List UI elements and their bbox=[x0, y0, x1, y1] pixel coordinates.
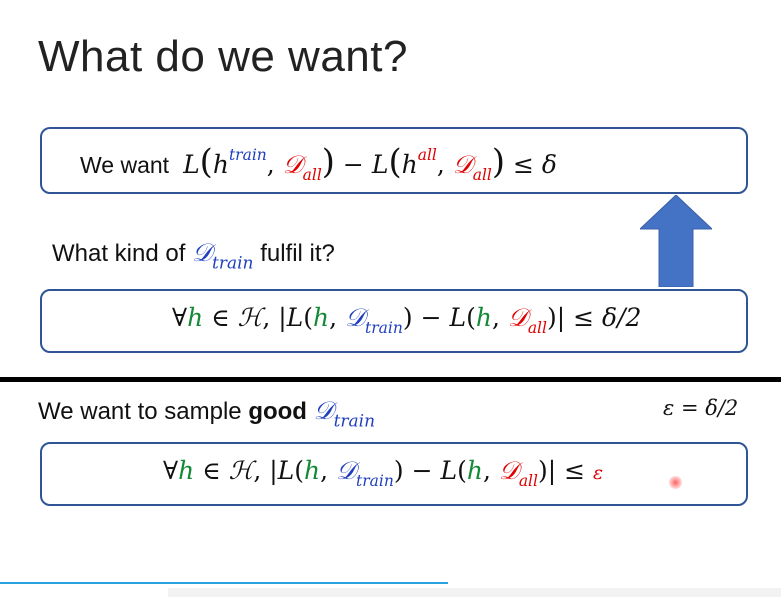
all-subscript: all bbox=[527, 318, 547, 337]
element-of-symbol: ∈ bbox=[202, 456, 221, 485]
leq-sign: ≤ bbox=[564, 456, 586, 485]
hypothesis-symbol: h bbox=[475, 303, 492, 332]
train-subscript: train bbox=[365, 318, 403, 337]
dataset-symbol: 𝒟 bbox=[313, 396, 334, 425]
dataset-symbol: 𝒟 bbox=[282, 150, 303, 179]
train-subscript: train bbox=[333, 411, 376, 432]
loss-symbol: L bbox=[286, 303, 304, 332]
loss-symbol: L bbox=[440, 456, 458, 485]
dataset-symbol: 𝒟 bbox=[192, 238, 213, 267]
sample-prefix: We want to sample bbox=[38, 398, 242, 425]
bottom-bar bbox=[168, 588, 781, 597]
hypothesis-set-symbol: ℋ bbox=[228, 456, 254, 485]
pointer-highlight bbox=[669, 476, 682, 489]
leq-sign: ≤ bbox=[573, 303, 595, 332]
hypothesis-symbol: h bbox=[304, 456, 321, 485]
goal-label: We want bbox=[80, 152, 170, 178]
goal-formula: We want L(htrain, 𝒟all) − L(hall, 𝒟all) ≤… bbox=[80, 142, 557, 184]
forall-symbol: ∀ bbox=[172, 303, 188, 332]
epsilon-condition-formula: ∀h ∈ ℋ, |L(h, 𝒟train) − L(h, 𝒟all)| ≤ ε bbox=[163, 456, 604, 490]
forall-symbol: ∀ bbox=[163, 456, 179, 485]
minus-sign: − bbox=[411, 456, 433, 485]
element-of-symbol: ∈ bbox=[211, 303, 230, 332]
train-subscript: train bbox=[212, 253, 254, 274]
hypothesis-symbol: h bbox=[313, 303, 330, 332]
hypothesis-symbol: h bbox=[466, 456, 483, 485]
all-subscript: all bbox=[518, 471, 538, 490]
section-divider bbox=[0, 377, 781, 382]
bound-value: δ/2 bbox=[602, 303, 642, 332]
progress-line bbox=[0, 582, 448, 584]
loss-symbol: L bbox=[277, 456, 295, 485]
all-subscript: all bbox=[302, 165, 322, 184]
hypothesis-symbol: h bbox=[178, 456, 195, 485]
train-superscript: train bbox=[228, 145, 267, 164]
hypothesis-symbol: h bbox=[212, 150, 229, 179]
hypothesis-symbol: h bbox=[401, 150, 418, 179]
dataset-symbol: 𝒟 bbox=[452, 150, 473, 179]
hypothesis-set-symbol: ℋ bbox=[237, 303, 263, 332]
sample-text: We want to sample good 𝒟train bbox=[38, 396, 375, 430]
question-text: What kind of 𝒟train fulfil it? bbox=[52, 238, 335, 272]
condition-formula: ∀h ∈ ℋ, |L(h, 𝒟train) − L(h, 𝒟all)| ≤ δ/… bbox=[172, 303, 642, 337]
epsilon-symbol: ε bbox=[593, 463, 604, 484]
all-superscript: all bbox=[417, 145, 437, 164]
loss-symbol: L bbox=[449, 303, 467, 332]
loss-symbol: L bbox=[371, 150, 389, 179]
good-emphasis: good bbox=[248, 398, 307, 425]
loss-symbol: L bbox=[183, 150, 200, 179]
dataset-symbol: 𝒟 bbox=[498, 456, 519, 485]
hypothesis-symbol: h bbox=[187, 303, 204, 332]
question-suffix: fulfil it? bbox=[260, 240, 335, 267]
dataset-symbol: 𝒟 bbox=[507, 303, 528, 332]
question-prefix: What kind of bbox=[52, 240, 186, 267]
epsilon-definition: ε = δ/2 bbox=[663, 396, 739, 420]
up-arrow-icon bbox=[640, 195, 712, 287]
dataset-symbol: 𝒟 bbox=[345, 303, 366, 332]
slide-title: What do we want? bbox=[38, 32, 408, 81]
train-subscript: train bbox=[356, 471, 394, 490]
minus-sign: − bbox=[342, 150, 364, 179]
dataset-symbol: 𝒟 bbox=[336, 456, 357, 485]
delta-symbol: δ bbox=[541, 150, 557, 179]
minus-sign: − bbox=[420, 303, 442, 332]
leq-sign: ≤ bbox=[513, 150, 534, 179]
all-subscript: all bbox=[472, 165, 492, 184]
